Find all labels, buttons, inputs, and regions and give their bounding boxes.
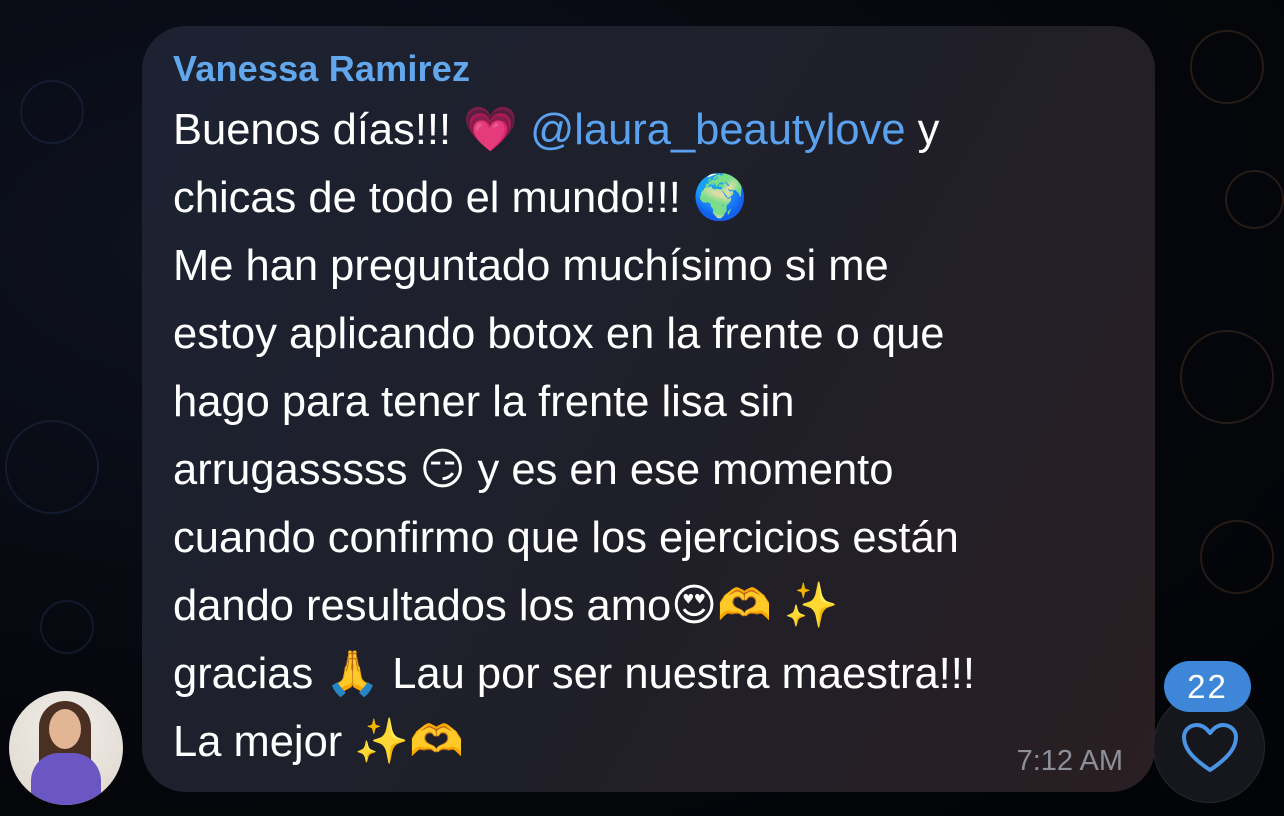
emoji-icon: 🫶 [409,716,464,767]
wallpaper-doodle [1225,170,1284,229]
message-line: estoy aplicando botox en la frente o que [173,300,1133,368]
message-text-run: Me han preguntado muchísimo si me [173,242,889,290]
message-text-run: y [905,106,940,154]
wallpaper-doodle [40,600,94,654]
message-line: dando resultados los amo😍🫶 ✨ [173,572,1133,640]
message-line: Me han preguntado muchísimo si me [173,232,1133,300]
message-line: arrugasssss 😏 y es en ese momento [173,436,1133,504]
heart-icon [1182,723,1238,772]
message-line: cuando confirmo que los ejercicios están [173,504,1133,572]
message-text-run: dando resultados los amo [173,582,672,630]
wallpaper-doodle [5,420,99,514]
emoji-icon: 🙏 [325,648,381,699]
emoji-icon: ✨ [783,580,839,631]
message-text-run: La mejor [173,718,355,766]
message-text-run: chicas de todo el mundo!!! [173,174,693,222]
message-bubble[interactable]: Vanessa Ramirez Buenos días!!! 💗 @laura_… [142,26,1155,792]
emoji-icon: 💗 [463,104,518,155]
mention-link[interactable]: @laura_beautylove [530,106,906,154]
message-text-run: Lau por ser nuestra maestra!!! [380,650,975,698]
emoji-icon: ✨ [354,716,410,767]
message-text-run: estoy aplicando botox en la frente o que [173,310,945,358]
message-text-run: gracias [173,650,326,698]
message-text-run: hago para tener la frente lisa sin [173,378,795,426]
emoji-icon: 🌍 [692,172,748,223]
reaction-count-badge: 22 [1164,661,1251,712]
message-timestamp: 7:12 AM [1016,745,1123,777]
message-line: chicas de todo el mundo!!! 🌍 [173,164,1133,232]
wallpaper-doodle [1190,30,1264,104]
message-line: La mejor ✨🫶 [173,708,1133,776]
sender-name[interactable]: Vanessa Ramirez [173,48,470,90]
message-line: Buenos días!!! 💗 @laura_beautylove y [173,96,1133,164]
wallpaper-doodle [20,80,84,144]
message-text-run: Buenos días!!! [173,106,464,154]
wallpaper-doodle [1180,330,1274,424]
message-line: hago para tener la frente lisa sin [173,368,1133,436]
message-text-run: y es en ese momento [465,446,894,494]
message-text: Buenos días!!! 💗 @laura_beautylove y chic… [173,96,1133,776]
message-text-run: cuando confirmo que los ejercicios están [173,514,959,562]
sender-avatar[interactable] [9,691,123,805]
message-text-run [518,106,530,154]
message-line: gracias 🙏 Lau por ser nuestra maestra!!! [173,640,1133,708]
wallpaper-doodle [1200,520,1274,594]
emoji-icon: 🫶 [717,580,772,631]
message-text-run: arrugasssss [173,446,420,494]
emoji-icon: 😏 [419,444,466,495]
message-text-run [772,582,784,630]
emoji-icon: 😍 [671,580,718,631]
